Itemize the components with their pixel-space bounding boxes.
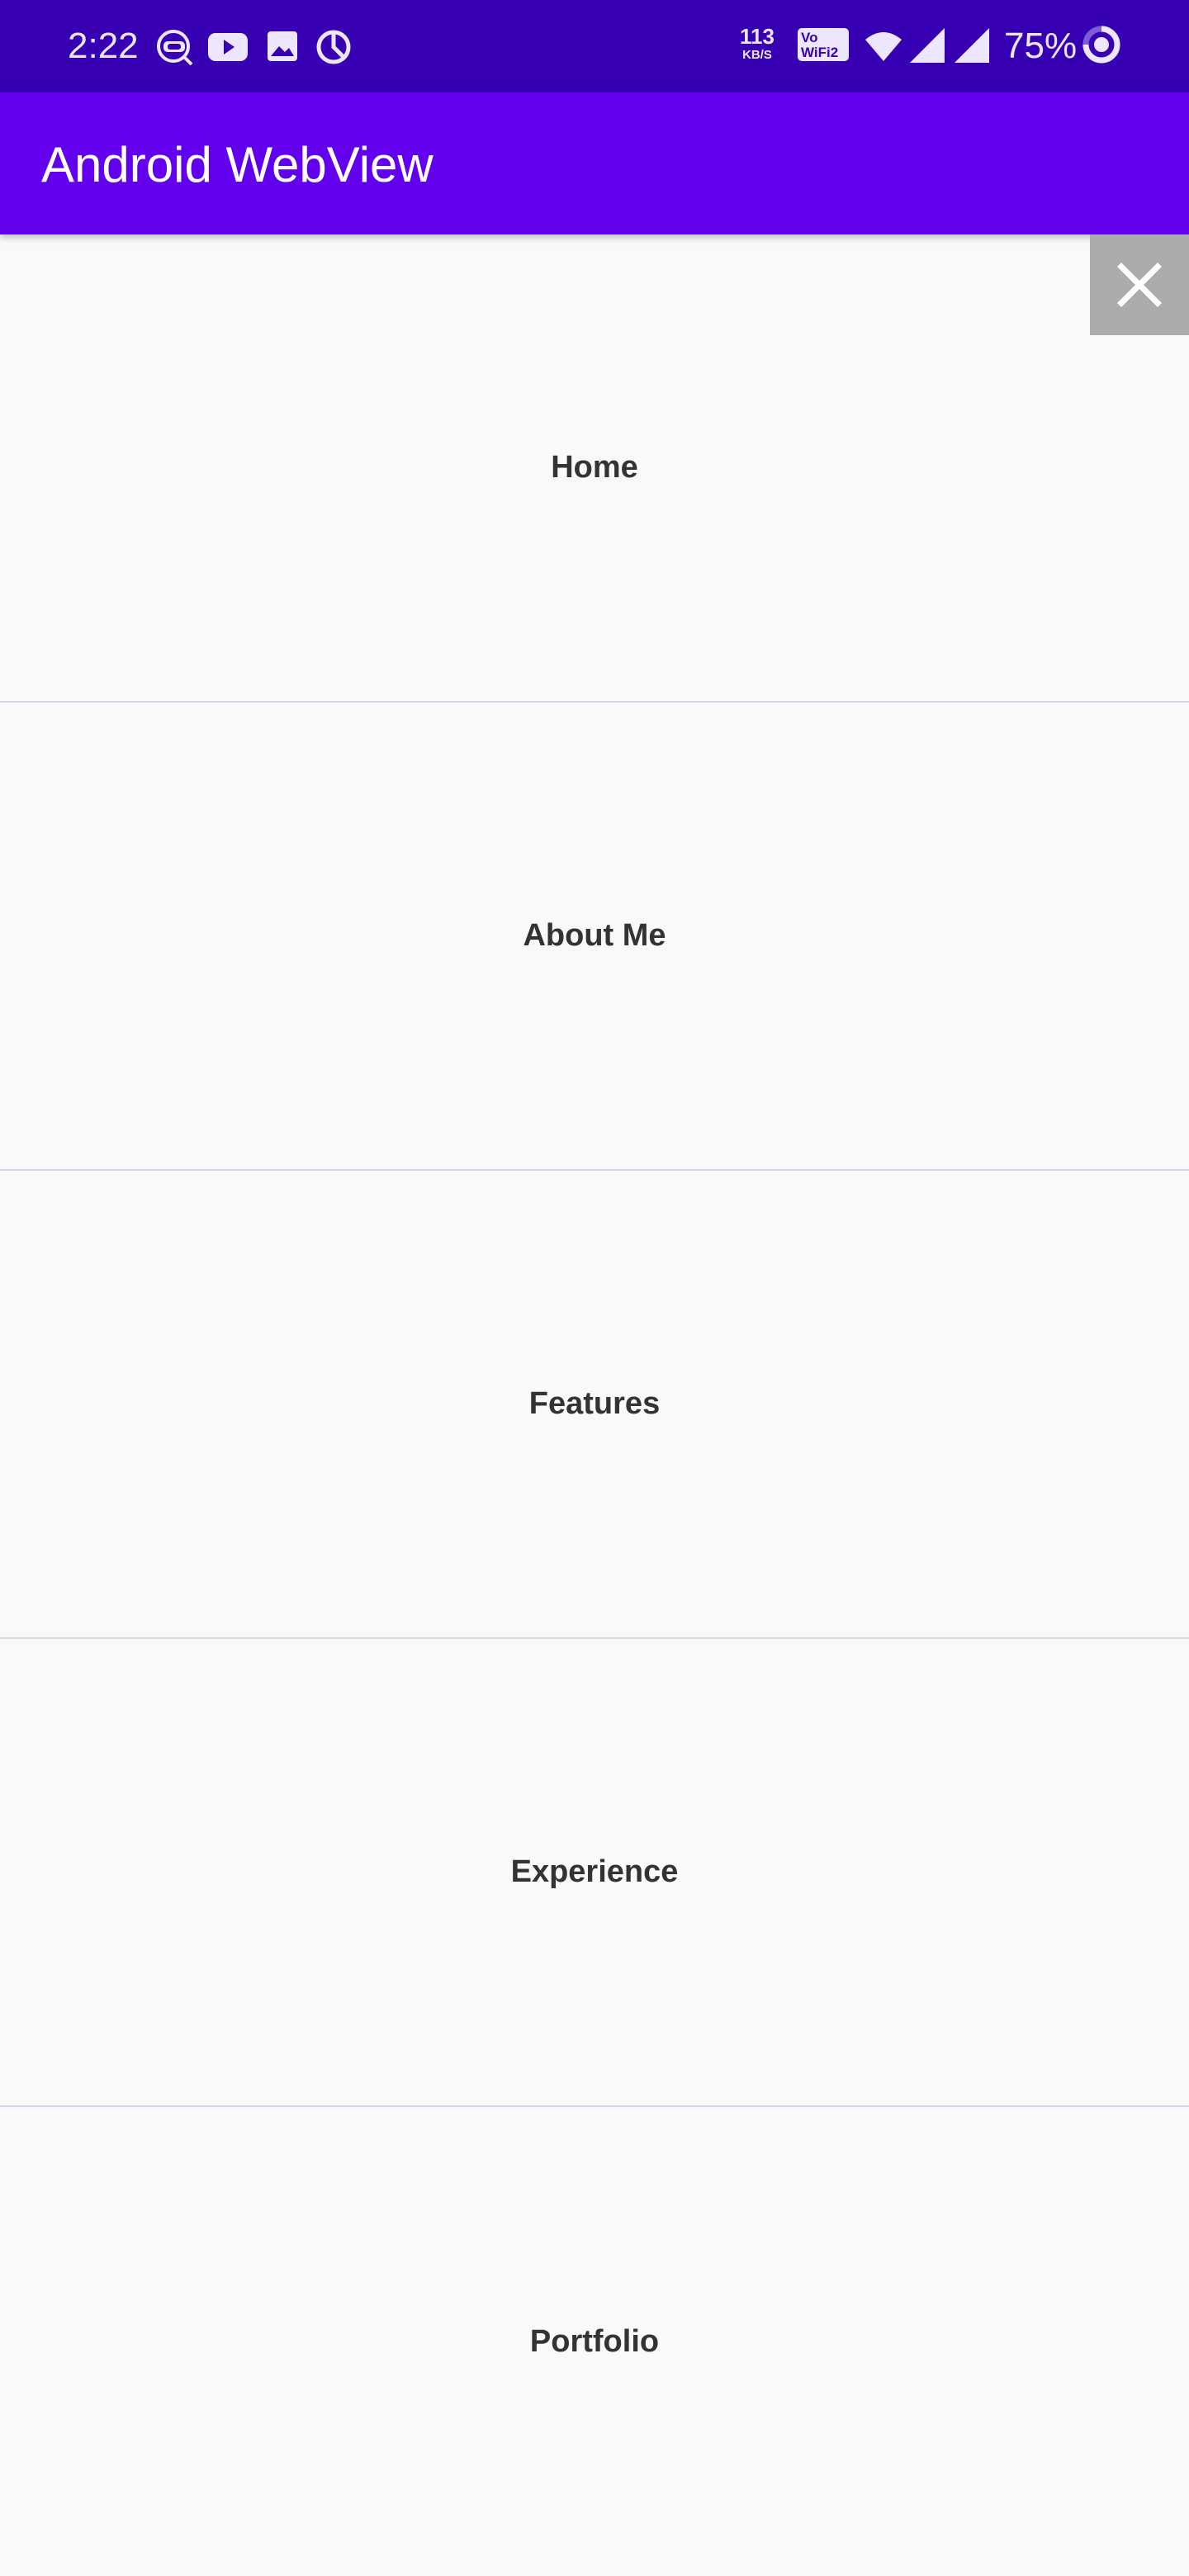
- network-speed-unit: KB/S: [742, 48, 772, 62]
- network-speed-value: 113: [740, 24, 775, 49]
- section-label-portfolio: Portfolio: [529, 2323, 660, 2359]
- signal-icon: [907, 25, 950, 68]
- webview-content[interactable]: Home About Me Features Experience Portfo…: [0, 234, 1189, 2576]
- section-experience[interactable]: Experience: [0, 1639, 1189, 2107]
- youtube-icon: [206, 25, 249, 68]
- status-bar: 2:22 113 KB/S Vo WiFi2 75%: [0, 0, 1189, 92]
- battery-percent: 75%: [1004, 26, 1078, 66]
- app-title: Android WebView: [41, 137, 433, 192]
- vpn-key-icon: [154, 25, 197, 68]
- status-time: 2:22: [68, 26, 139, 66]
- app-bar: Android WebView: [0, 92, 1189, 234]
- section-features[interactable]: Features: [0, 1171, 1189, 1639]
- vowifi-icon: Vo WiFi2: [798, 28, 849, 61]
- image-icon: [261, 25, 304, 68]
- section-label-features: Features: [528, 1386, 661, 1421]
- section-label-experience: Experience: [510, 1854, 679, 1889]
- network-speed-indicator: 113 KB/S: [737, 25, 778, 63]
- close-icon: [1117, 263, 1162, 307]
- section-about-me[interactable]: About Me: [0, 703, 1189, 1171]
- section-portfolio[interactable]: Portfolio: [0, 2107, 1189, 2576]
- vowifi-label-top: Vo: [801, 30, 818, 45]
- vowifi-sim-number: 2: [830, 45, 839, 60]
- section-home[interactable]: Home: [0, 234, 1189, 703]
- section-label-home: Home: [551, 450, 638, 485]
- close-button[interactable]: [1090, 234, 1189, 335]
- section-label-about-me: About Me: [523, 918, 666, 953]
- vowifi-label-bottom: WiFi: [801, 45, 831, 60]
- data-saver-icon: [312, 25, 355, 68]
- wifi-icon: [862, 25, 905, 68]
- signal-icon-2: [951, 25, 994, 68]
- battery-icon: [1080, 23, 1123, 66]
